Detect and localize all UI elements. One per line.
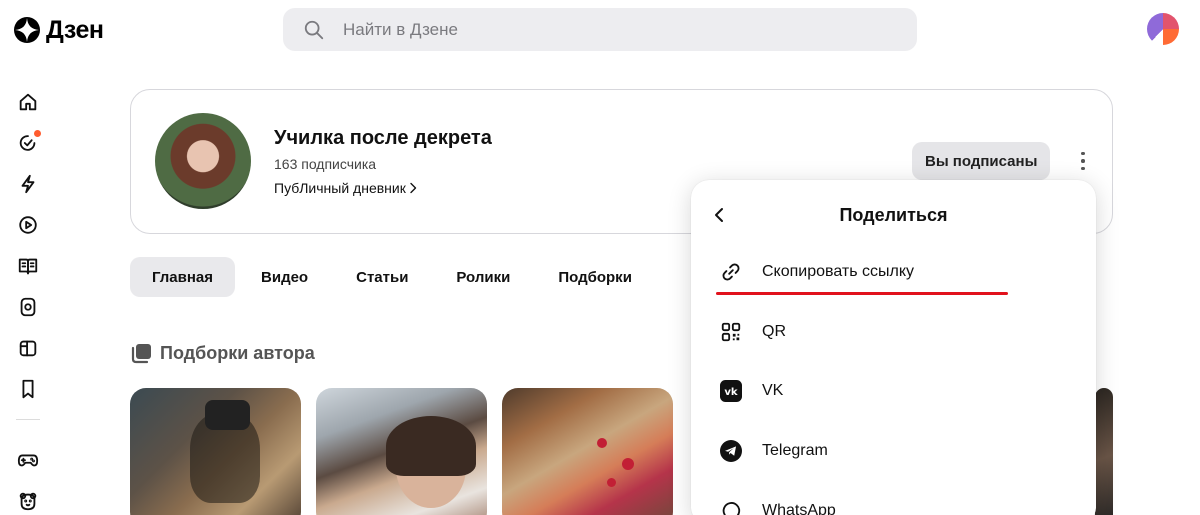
tab-collections[interactable]: Подборки xyxy=(536,257,654,297)
qr-label: QR xyxy=(762,323,786,340)
channel-tabs: Главная Видео Статьи Ролики Подборки xyxy=(130,257,654,297)
shorts-icon[interactable] xyxy=(14,293,42,321)
copy-link-label: Скопировать ссылку xyxy=(762,263,915,280)
copy-link-button[interactable]: Скопировать ссылку xyxy=(719,259,914,285)
home-icon[interactable] xyxy=(14,88,42,116)
rail-divider xyxy=(16,419,40,420)
search-input[interactable] xyxy=(343,19,843,40)
qr-button[interactable]: QR xyxy=(719,319,786,345)
logo-text: Дзен xyxy=(46,15,104,44)
share-popup: Поделиться Скопировать ссылку QR vk VK T… xyxy=(691,180,1096,515)
vk-button[interactable]: vk VK xyxy=(719,378,783,404)
chevron-right-icon xyxy=(410,182,417,194)
collection-card[interactable] xyxy=(316,388,487,515)
qr-icon xyxy=(719,320,743,344)
subscriptions-icon[interactable] xyxy=(14,129,42,157)
zen-logo-icon xyxy=(14,17,40,43)
subscriber-count: 163 подписчика xyxy=(274,156,377,172)
highlight-underline xyxy=(716,292,1008,295)
channel-description[interactable]: ПубЛичный дневник xyxy=(274,180,418,196)
video-icon[interactable] xyxy=(14,211,42,239)
telegram-button[interactable]: Telegram xyxy=(719,438,828,464)
tab-shorts[interactable]: Ролики xyxy=(434,257,532,297)
bookmark-icon[interactable] xyxy=(14,375,42,403)
share-title: Поделиться xyxy=(839,205,948,225)
vk-label: VK xyxy=(762,382,784,399)
subscribed-button[interactable]: Вы подписаны xyxy=(912,142,1051,180)
whatsapp-label: WhatsApp xyxy=(762,502,836,515)
collections-icon[interactable] xyxy=(14,334,42,362)
telegram-icon xyxy=(719,439,743,463)
svg-text:vk: vk xyxy=(724,387,738,398)
channel-title: Училка после декрета xyxy=(274,127,492,149)
section-title: Подборки автора xyxy=(131,343,315,364)
whatsapp-button[interactable]: WhatsApp xyxy=(719,498,836,515)
telegram-label: Telegram xyxy=(762,442,828,459)
link-icon xyxy=(719,260,743,284)
search-bar[interactable] xyxy=(283,8,917,51)
lightning-icon[interactable] xyxy=(14,170,42,198)
collection-card[interactable] xyxy=(1095,388,1113,515)
collection-card[interactable] xyxy=(502,388,673,515)
logo[interactable]: Дзен xyxy=(14,14,104,46)
collections-stack-icon xyxy=(131,344,151,364)
more-options-icon[interactable] xyxy=(1072,146,1094,176)
collection-card[interactable] xyxy=(130,388,301,515)
kids-icon[interactable] xyxy=(14,487,42,515)
channel-avatar[interactable] xyxy=(155,113,251,209)
vk-icon: vk xyxy=(719,379,743,403)
articles-icon[interactable] xyxy=(14,252,42,280)
search-icon xyxy=(304,20,324,39)
notification-dot xyxy=(34,130,41,137)
tab-articles[interactable]: Статьи xyxy=(334,257,430,297)
user-avatar[interactable] xyxy=(1147,13,1179,45)
games-icon[interactable] xyxy=(14,446,42,474)
section-title-text: Подборки автора xyxy=(160,343,315,363)
channel-description-text: ПубЛичный дневник xyxy=(274,180,406,196)
tab-main[interactable]: Главная xyxy=(130,257,236,297)
whatsapp-icon xyxy=(719,499,743,515)
tab-video[interactable]: Видео xyxy=(239,257,330,297)
